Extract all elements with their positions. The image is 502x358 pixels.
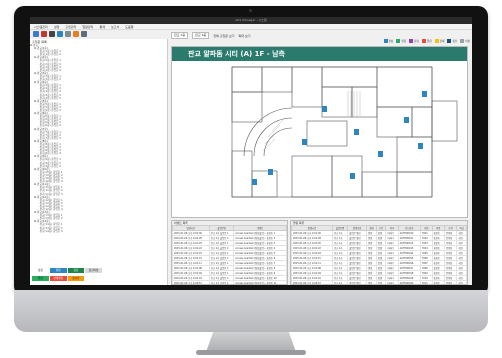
status-label: 열림 (401, 40, 407, 43)
legend-item: 열림 (49, 268, 67, 273)
monitor-chin (14, 290, 488, 332)
camera-icon (249, 9, 252, 12)
menu-item[interactable]: 설정 (54, 24, 60, 29)
imac-mockup: ACS Manager - 시스템 시스템관리 설정 출입관리 알람관리 통계 보고서 도움… (0, 0, 502, 358)
door-marker-icon[interactable] (302, 139, 307, 145)
tree-item[interactable]: · 판교(14층) 출입문 3 (30, 230, 167, 233)
door-tree[interactable]: ⊟ 판교 ⊟ 판교(1층) · 판교(1층) 출입문 1 · 판교(1층) 출입문 2… (30, 44, 167, 266)
door-marker-icon[interactable] (268, 169, 273, 175)
floorplan-title: 판교 알파돔 시티 (A) 1F - 남측 (172, 47, 467, 61)
legend-item: 잠김 (67, 268, 85, 273)
legend-item (85, 275, 102, 281)
door-marker-icon[interactable] (354, 129, 359, 135)
user-icon[interactable] (33, 31, 39, 37)
status-legend-item: 열림 (396, 39, 406, 43)
view-tabs: 판교 1층 판교 2층 전체 출입문 보기 확대 보기 (169, 32, 472, 39)
tab-floor-2[interactable]: 판교 2층 (192, 32, 210, 39)
status-label: 정상 (388, 40, 394, 43)
table-cell: Access Granted (정상출입) - 홍길동 11 (233, 280, 287, 284)
status-label: 이상 (465, 40, 470, 43)
table-row[interactable]: 2015-01-06 오후 4:00:57 판교 1층 출입문 열림 알람 발생 미처리 A… (291, 280, 467, 284)
status-label: 통신 (452, 40, 458, 43)
table-cell: 미처리 (385, 280, 399, 284)
door-marker-icon[interactable] (350, 173, 355, 179)
status-swatch (447, 39, 452, 43)
log-icon[interactable] (65, 31, 71, 37)
table-cell: 7011 (419, 280, 433, 284)
door-marker-icon[interactable] (404, 117, 409, 123)
status-legend-item: 통신 (447, 39, 457, 43)
door-marker-icon[interactable] (252, 179, 257, 185)
door-marker-icon[interactable] (418, 143, 423, 149)
table-cell: 발생 (375, 280, 387, 284)
menu-item[interactable]: 시스템관리 (34, 24, 48, 29)
table-cell: AUTH00020 (397, 280, 421, 284)
status-legend: 정상 열림 잠김 알람 강제 통신 이상 (383, 39, 470, 43)
tab-floor-1[interactable]: 판교 1층 (171, 32, 189, 39)
status-legend-item: 이상 (460, 39, 470, 43)
status-label: 강제 (439, 40, 445, 43)
door-marker-icon[interactable] (322, 106, 327, 112)
app-window: ACS Manager - 시스템 시스템관리 설정 출입관리 알람관리 통계 보고서 도움… (30, 17, 472, 285)
zoom-option[interactable]: 확대 보기 (239, 34, 251, 38)
door-tree-panel: 출입문 목록 ⊟ 판교 ⊟ 판교(1층) · 판교(1층) 출입문 1 · 판교(1층… (30, 39, 168, 285)
report-icon[interactable] (73, 31, 79, 37)
alarm-log-panel: 알람 목록 발생시간 출입문명 알람종류 상태 구분 처리 카드번호 사번 이름 부서 직급 2015… (290, 220, 468, 285)
door-marker-icon[interactable] (378, 151, 383, 157)
toolbar (30, 30, 168, 39)
table-cell: 알람 (366, 280, 377, 284)
status-swatch (383, 39, 388, 43)
table-cell: 홍길동 (431, 280, 445, 284)
menu-item[interactable]: 알람관리 (82, 24, 93, 29)
event-log-table[interactable]: 발생시간 출입문명 이벤트 2015-01-06 오후 4:01:30 판교 1층 출입… (172, 225, 287, 284)
status-legend-item: 강제 (434, 39, 445, 43)
door-markers (252, 91, 427, 185)
table-cell: 2015-01-06 오후 4:00:57 (172, 280, 210, 284)
legend-item: 정상 (32, 268, 49, 273)
settings-icon[interactable] (81, 31, 87, 37)
monitor-stand (206, 332, 296, 352)
legend-item: 장시간 (67, 275, 85, 281)
map-icon[interactable] (57, 31, 63, 37)
menu-item[interactable]: 출입관리 (65, 24, 76, 29)
floorplan-view: 판교 알파돔 시티 (A) 1F - 남측 (171, 46, 468, 218)
door-icon[interactable] (41, 31, 47, 37)
status-swatch (434, 39, 439, 43)
left-status-legend: 정상 열림 잠김 통신이상알람 강제열림 장시간 (32, 268, 102, 282)
alarm-log-table[interactable]: 발생시간 출입문명 알람종류 상태 구분 처리 카드번호 사번 이름 부서 직급 2015-01-06… (291, 225, 467, 284)
status-swatch (396, 39, 401, 43)
table-cell: 사원 (456, 280, 467, 284)
status-legend-item: 정상 (383, 39, 394, 43)
monitor-foot (196, 350, 306, 355)
status-swatch (409, 39, 414, 43)
menu-item[interactable]: 보고서 (111, 24, 119, 29)
table-cell: 판교 1층 (331, 280, 349, 284)
legend-item: 알람 (32, 275, 49, 281)
event-log-panel: 이벤트 목록 발생시간 출입문명 이벤트 2015-01-06 오후 4:01:30 판… (171, 220, 288, 285)
menu-item[interactable]: 도움말 (125, 24, 133, 29)
floorplan-drawing[interactable] (172, 61, 467, 217)
menu-item[interactable]: 통계 (99, 24, 105, 29)
log-panels: 이벤트 목록 발생시간 출입문명 이벤트 2015-01-06 오후 4:01:30 판… (171, 220, 468, 285)
window-title: ACS Manager - 시스템 (30, 17, 472, 24)
status-swatch (460, 39, 465, 43)
status-label: 잠김 (414, 40, 419, 43)
main-panel: 판교 1층 판교 2층 전체 출입문 보기 확대 보기 정상 열림 잠김 알람 강제 통신… (169, 30, 472, 285)
legend-item: 강제열림 (49, 275, 67, 281)
table-cell: 2015-01-06 오후 4:00:57 (291, 280, 333, 284)
status-legend-item: 잠김 (409, 39, 419, 43)
table-cell: 운영팀 (443, 280, 458, 284)
legend-item: 통신이상 (85, 268, 102, 273)
door-marker-icon[interactable] (422, 91, 427, 97)
table-row[interactable]: 2015-01-06 오후 4:00:57 판교 1층 출입문 1 Access G… (172, 280, 287, 284)
status-legend-item: 알람 (421, 39, 432, 43)
table-cell: 출입문 열림 (347, 280, 368, 284)
status-label: 알람 (426, 40, 432, 43)
status-swatch (421, 39, 426, 43)
table-cell: 판교 1층 출입문 1 (208, 280, 235, 284)
camera-icon[interactable] (49, 31, 55, 37)
show-all-doors-option[interactable]: 전체 출입문 보기 (213, 34, 234, 38)
